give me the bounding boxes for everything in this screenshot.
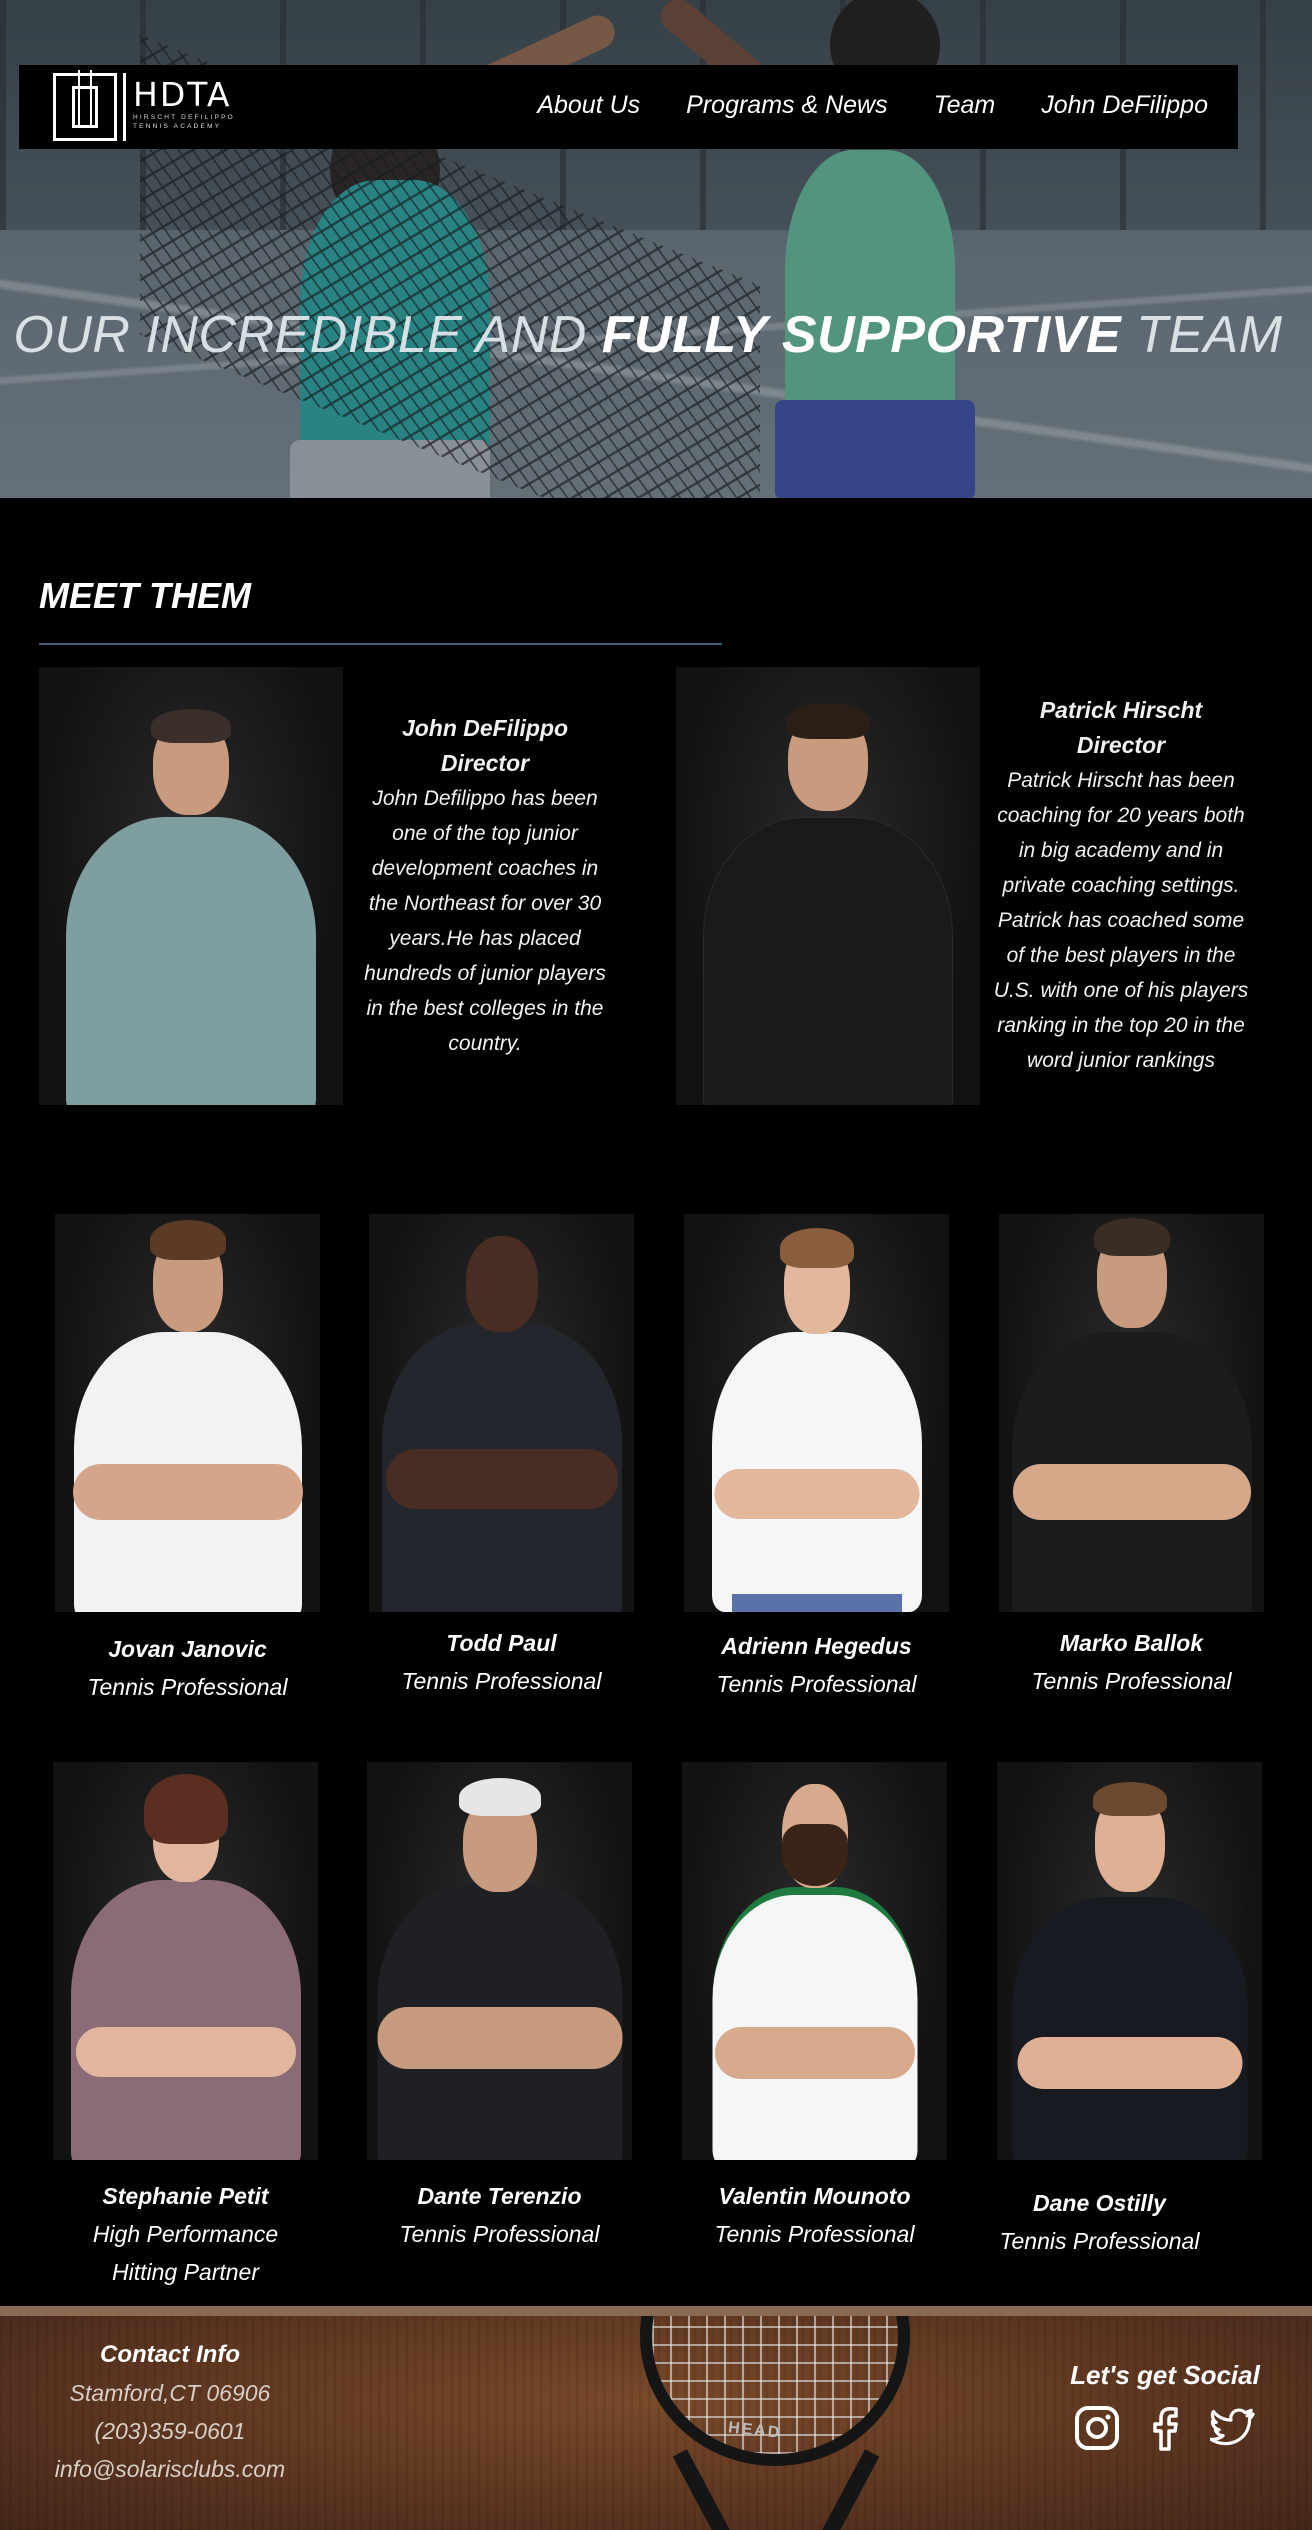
staff-name: Adrienn Hegedus <box>721 1633 912 1659</box>
nav-about-us[interactable]: About Us <box>537 91 640 120</box>
staff-role: Tennis Professional <box>401 1668 602 1694</box>
director-bio-patrick: Patrick Hirscht Director Patrick Hirscht… <box>990 693 1252 1078</box>
racket-throat-right <box>808 2449 880 2530</box>
racket-throat-left <box>672 2449 744 2530</box>
section-divider <box>39 643 722 645</box>
director-photo-john <box>39 667 343 1105</box>
staff-role: Tennis Professional <box>399 2221 600 2247</box>
hero-title: OUR INCREDIBLE AND FULLY SUPPORTIVE TEAM <box>0 305 1296 365</box>
staff-photo-todd <box>369 1214 634 1612</box>
staff-role: High Performance Hitting Partner <box>92 2221 279 2285</box>
director-description: John Defilippo has been one of the top j… <box>364 787 606 1055</box>
hero-banner: HDTA HIRSCHT DEFILIPPO TENNIS ACADEMY Ab… <box>0 0 1312 498</box>
logo-subtitle: HIRSCHT DEFILIPPO TENNIS ACADEMY <box>133 114 235 130</box>
nav-programs-news[interactable]: Programs & News <box>686 91 887 120</box>
director-description: Patrick Hirscht has been coaching for 20… <box>993 769 1249 1072</box>
staff-name: Jovan Janovic <box>108 1636 267 1662</box>
contact-phone[interactable]: (203)359-0601 <box>40 2412 300 2450</box>
staff-name: Todd Paul <box>446 1630 557 1656</box>
director-name: Patrick Hirscht <box>1039 697 1203 723</box>
staff-role: Tennis Professional <box>1031 1668 1232 1694</box>
staff-name: Dante Terenzio <box>417 2183 582 2209</box>
instagram-icon[interactable] <box>1074 2405 1120 2451</box>
staff-card-valentin: Valentin Mounoto Tennis Professional <box>682 2177 947 2253</box>
contact-info: Contact Info Stamford,CT 06906 (203)359-… <box>40 2336 300 2488</box>
site-footer: HEAD Contact Info Stamford,CT 06906 (203… <box>0 2306 1312 2530</box>
staff-name: Marko Ballok <box>1059 1630 1204 1656</box>
hero-title-bold: FULLY SUPPORTIVE <box>601 306 1122 364</box>
staff-photo-jovan <box>55 1214 320 1612</box>
hero-title-pre: OUR INCREDIBLE AND <box>13 306 602 364</box>
staff-card-stephanie: Stephanie Petit High Performance Hitting… <box>43 2177 328 2291</box>
staff-card-dane: Dane Ostilly Tennis Professional <box>967 2184 1232 2260</box>
staff-role: Tennis Professional <box>999 2228 1200 2254</box>
social-title: Let's get Social <box>1070 2360 1260 2390</box>
staff-card-todd: Todd Paul Tennis Professional <box>369 1624 634 1700</box>
nav-team[interactable]: Team <box>934 91 996 120</box>
staff-photo-valentin <box>682 1762 947 2160</box>
staff-card-dante: Dante Terenzio Tennis Professional <box>367 2177 632 2253</box>
staff-name: Valentin Mounoto <box>718 2183 911 2209</box>
staff-photo-stephanie <box>53 1762 318 2160</box>
director-role: Director <box>440 750 530 776</box>
director-name: John DeFilippo <box>401 715 569 741</box>
logo-icon[interactable] <box>53 70 117 141</box>
social-links: Let's get Social <box>1060 2360 1270 2451</box>
director-photo-patrick <box>676 667 980 1105</box>
hero-title-post: TEAM <box>1121 306 1283 364</box>
staff-photo-dane <box>997 1762 1262 2160</box>
staff-role: Tennis Professional <box>714 2221 915 2247</box>
contact-email[interactable]: info@solarisclubs.com <box>40 2450 300 2488</box>
staff-photo-marko <box>999 1214 1264 1612</box>
staff-photo-adrienn <box>684 1214 949 1612</box>
director-role: Director <box>1076 732 1166 758</box>
staff-photo-dante <box>367 1762 632 2160</box>
logo-text[interactable]: HDTA <box>133 75 231 114</box>
twitter-icon[interactable] <box>1209 2405 1256 2451</box>
staff-card-jovan: Jovan Janovic Tennis Professional <box>55 1630 320 1706</box>
contact-title: Contact Info <box>100 2341 240 2368</box>
director-bio-john: John DeFilippo Director John Defilippo h… <box>355 711 615 1061</box>
facebook-icon[interactable] <box>1142 2405 1188 2451</box>
staff-name: Dane Ostilly <box>1033 2190 1166 2216</box>
staff-name: Stephanie Petit <box>102 2183 269 2209</box>
main-nav: About Us Programs & News Team John DeFil… <box>537 91 1208 120</box>
staff-role: Tennis Professional <box>87 1674 288 1700</box>
staff-card-marko: Marko Ballok Tennis Professional <box>999 1624 1264 1700</box>
staff-role: Tennis Professional <box>716 1671 917 1697</box>
contact-address: Stamford,CT 06906 <box>69 2380 271 2406</box>
section-title: MEET THEM <box>39 575 251 616</box>
nav-john-defilippo[interactable]: John DeFilippo <box>1041 91 1208 120</box>
top-navbar: HDTA HIRSCHT DEFILIPPO TENNIS ACADEMY Ab… <box>19 65 1238 149</box>
logo-divider <box>123 73 126 141</box>
staff-card-adrienn: Adrienn Hegedus Tennis Professional <box>684 1627 949 1703</box>
